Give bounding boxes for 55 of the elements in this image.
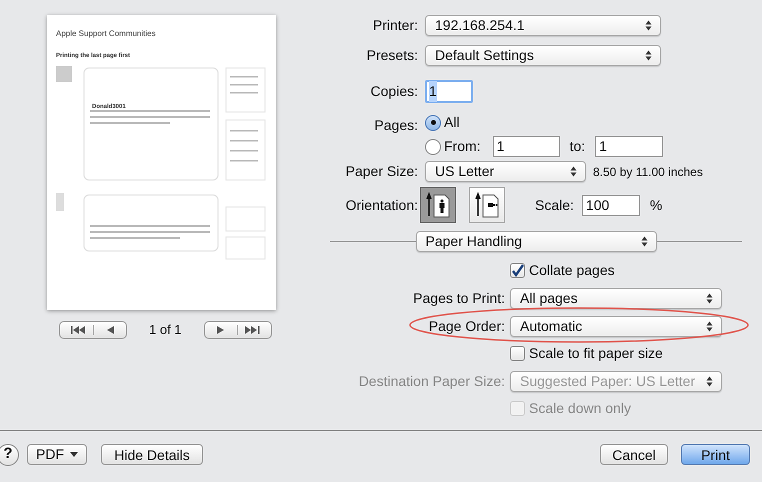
field-label: Copies: [370, 82, 418, 101]
first-previous-icon [69, 324, 117, 335]
up-down-arrows-icon [645, 20, 652, 31]
checkmark-icon [511, 264, 524, 277]
checkbox[interactable] [510, 346, 525, 361]
field-label: Page Order: [428, 317, 505, 336]
paper-size-note: 8.50 by 11.00 inches [593, 164, 703, 180]
presets-popup[interactable]: Default Settings [425, 45, 661, 66]
radio-button[interactable] [425, 138, 441, 154]
pdf-menu-button[interactable]: PDF [27, 444, 87, 465]
up-down-arrows-icon [706, 321, 713, 332]
option-popup[interactable]: Automatic [510, 316, 722, 337]
to-page-field[interactable]: 1 [595, 136, 664, 157]
up-down-arrows-icon [570, 166, 577, 177]
site-title: Apple Support Communities [56, 29, 156, 39]
field-label: to: [570, 137, 586, 156]
field-label: Paper Size: [344, 162, 418, 181]
option-popup[interactable]: All pages [510, 288, 722, 309]
radio-button[interactable] [425, 114, 441, 130]
field-label: Printer: [372, 16, 418, 35]
page-portrait-icon [426, 192, 450, 218]
field-label: Destination Paper Size: [358, 372, 505, 391]
up-down-arrows-icon [706, 293, 713, 304]
next-last-buttons[interactable] [204, 320, 272, 339]
field-label: Pages to Print: [412, 289, 505, 308]
paper-size-popup[interactable]: US Letter [425, 161, 586, 182]
checkbox[interactable] [510, 263, 525, 278]
print-button[interactable]: Print [681, 444, 750, 465]
orientation-landscape-button[interactable] [469, 187, 505, 223]
from-page-field[interactable]: 1 [492, 136, 560, 157]
up-down-arrows-icon [640, 236, 648, 247]
section-popup[interactable]: Paper Handling [416, 231, 656, 252]
up-down-arrows-icon [706, 376, 713, 387]
up-down-arrows-icon [645, 50, 652, 61]
field-label: Scale: [535, 196, 574, 214]
checkbox-label: Scale down only [529, 399, 631, 418]
unit-label: % [650, 196, 662, 214]
first-previous-buttons[interactable] [59, 320, 127, 339]
radio-label: From: [444, 137, 481, 156]
page-count: 1 of 1 [149, 321, 182, 339]
hide-details-button[interactable]: Hide Details [101, 444, 203, 465]
copies-field[interactable]: 1 [425, 80, 473, 103]
cancel-button[interactable]: Cancel [600, 444, 668, 465]
field-label: Presets: [366, 46, 418, 65]
orientation-portrait-button[interactable] [420, 187, 456, 223]
field-label: Orientation: [344, 196, 418, 214]
dropdown-arrow-icon [70, 452, 78, 457]
checkbox-label: Scale to fit paper size [529, 344, 663, 363]
radio-label: All [444, 113, 460, 132]
help-button[interactable]: ? [0, 444, 19, 466]
printer-popup[interactable]: 192.168.254.1 [425, 15, 661, 36]
scale-field[interactable]: 100 [582, 194, 640, 216]
page-landscape-icon [475, 192, 499, 218]
field-label: Pages: [373, 116, 418, 135]
checkbox-label: Collate pages [529, 261, 615, 280]
